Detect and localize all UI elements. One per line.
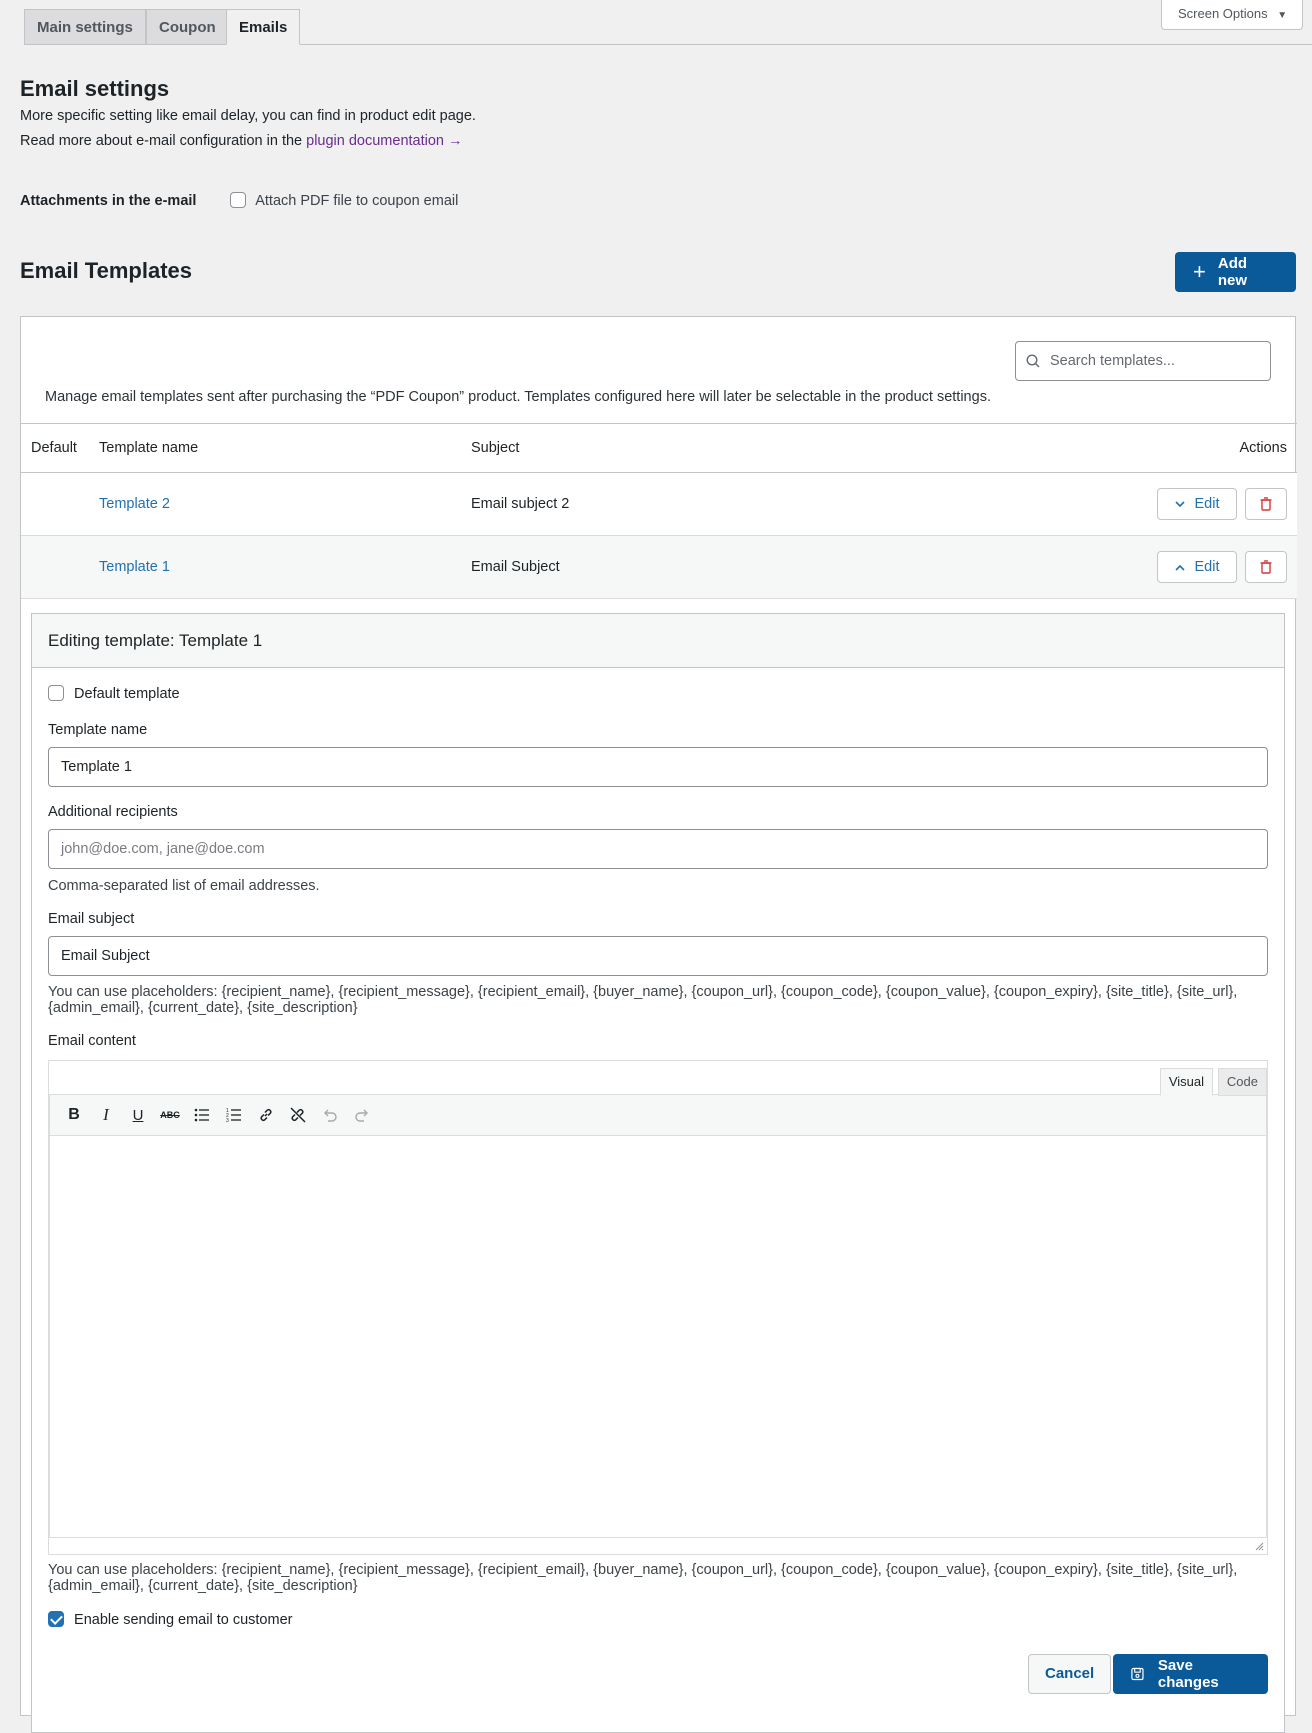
template-name-input[interactable]: Template 1 xyxy=(48,747,1268,787)
search-templates-input[interactable]: Search templates... xyxy=(1015,341,1271,381)
plus-icon: + xyxy=(1193,259,1206,284)
tab-emails[interactable]: Emails xyxy=(226,9,301,45)
trash-icon xyxy=(1260,497,1272,511)
recipients-input[interactable]: john@doe.com, jane@doe.com xyxy=(48,829,1268,869)
edit-button[interactable]: Edit xyxy=(1157,551,1237,583)
plugin-documentation-link[interactable]: plugin documentation → xyxy=(306,133,462,149)
screen-options-label: Screen Options xyxy=(1178,6,1268,21)
templates-description: Manage email templates sent after purcha… xyxy=(45,389,991,405)
delete-button[interactable] xyxy=(1245,551,1287,583)
cancel-button[interactable]: Cancel xyxy=(1028,1654,1112,1694)
save-changes-button[interactable]: Save changes xyxy=(1113,1654,1268,1694)
trash-icon xyxy=(1260,560,1272,574)
numbered-list-icon[interactable]: 123 xyxy=(218,1100,250,1130)
table-row: Template 2 Email subject 2 Edit xyxy=(21,472,1297,536)
column-subject: Subject xyxy=(471,423,812,473)
editor-heading: Editing template: Template 1 xyxy=(32,614,1284,668)
save-changes-label: Save changes xyxy=(1157,1657,1219,1691)
email-subject-label: Email subject xyxy=(48,911,135,927)
attach-pdf-label: Attach PDF file to coupon email xyxy=(255,193,459,209)
default-template-option: Default template xyxy=(48,684,180,702)
resize-handle-icon[interactable] xyxy=(1254,1541,1264,1551)
chevron-up-icon xyxy=(1174,564,1185,571)
recipients-label: Additional recipients xyxy=(48,804,178,820)
docs-prefix: Read more about e-mail configuration in … xyxy=(20,133,307,149)
link-icon[interactable] xyxy=(250,1100,282,1130)
undo-icon[interactable] xyxy=(314,1100,346,1130)
visual-tab[interactable]: Visual xyxy=(1159,1068,1213,1096)
email-settings-line2: Read more about e-mail configuration in … xyxy=(20,133,463,149)
code-tab[interactable]: Code xyxy=(1217,1068,1267,1096)
attach-pdf-option: Attach PDF file to coupon email xyxy=(230,191,459,209)
email-settings-title: Email settings xyxy=(20,76,170,101)
add-new-button[interactable]: + Add new xyxy=(1175,252,1296,292)
table-row: Template 1 Email Subject Edit xyxy=(21,535,1297,599)
template-subject: Email Subject xyxy=(471,535,812,599)
email-subject-input[interactable]: Email Subject xyxy=(48,936,1268,976)
editor-statusbar xyxy=(49,1538,1267,1553)
save-icon xyxy=(1131,1667,1144,1681)
templates-table: Default Template name Subject Actions Te… xyxy=(21,423,1297,599)
edit-label: Edit xyxy=(1194,559,1220,575)
edit-label: Edit xyxy=(1194,496,1220,512)
strikethrough-icon[interactable]: ABC xyxy=(154,1100,186,1130)
bullet-list-icon[interactable] xyxy=(186,1100,218,1130)
bold-icon[interactable]: B xyxy=(58,1100,90,1130)
email-templates-title: Email Templates xyxy=(20,258,192,283)
search-icon xyxy=(1026,354,1040,368)
recipients-help: Comma-separated list of email addresses. xyxy=(48,878,320,894)
redo-icon[interactable] xyxy=(346,1100,378,1130)
template-name-link[interactable]: Template 1 xyxy=(99,559,170,575)
enable-sending-label: Enable sending email to customer xyxy=(74,1612,293,1628)
attachments-label: Attachments in the e-mail xyxy=(20,193,197,209)
underline-icon[interactable]: U xyxy=(122,1100,154,1130)
tab-main-settings[interactable]: Main settings xyxy=(24,9,146,45)
email-settings-line1: More specific setting like email delay, … xyxy=(20,108,476,124)
default-template-label: Default template xyxy=(74,686,180,702)
unlink-icon[interactable] xyxy=(282,1100,314,1130)
screen-options-button[interactable]: Screen Options ▼ xyxy=(1161,0,1303,30)
settings-tabs: Main settings Coupon Emails xyxy=(24,9,1312,45)
template-name-label: Template name xyxy=(48,722,148,738)
tab-coupon[interactable]: Coupon xyxy=(146,9,229,45)
subject-placeholders-help: You can use placeholders: {recipient_nam… xyxy=(48,984,1238,1016)
content-placeholders-help: You can use placeholders: {recipient_nam… xyxy=(48,1562,1238,1594)
column-template-name: Template name xyxy=(99,423,471,473)
template-subject: Email subject 2 xyxy=(471,472,812,536)
rich-text-editor: Visual Code B I U ABC 123 xyxy=(48,1060,1268,1555)
enable-sending-checkbox[interactable] xyxy=(48,1610,64,1627)
email-content-label: Email content xyxy=(48,1033,136,1049)
template-editor: Editing template: Template 1 Default tem… xyxy=(31,613,1285,1733)
italic-icon[interactable]: I xyxy=(90,1100,122,1130)
column-actions: Actions xyxy=(811,423,1297,473)
delete-button[interactable] xyxy=(1245,488,1287,520)
svg-text:3: 3 xyxy=(226,1118,229,1122)
editor-mode-tabs: Visual Code xyxy=(49,1061,1267,1096)
attach-pdf-checkbox[interactable] xyxy=(230,191,246,208)
column-default: Default xyxy=(21,423,99,473)
search-placeholder: Search templates... xyxy=(1050,353,1175,369)
template-name-link[interactable]: Template 2 xyxy=(99,496,170,512)
chevron-down-icon xyxy=(1174,500,1185,507)
enable-sending-option: Enable sending email to customer xyxy=(48,1610,293,1628)
templates-panel: Search templates... Manage email templat… xyxy=(20,316,1297,1733)
default-template-checkbox[interactable] xyxy=(48,684,64,701)
edit-button[interactable]: Edit xyxy=(1157,488,1237,520)
editor-toolbar: B I U ABC 123 xyxy=(49,1095,1267,1136)
add-new-label: Add new xyxy=(1217,255,1248,289)
editor-content-area[interactable] xyxy=(49,1136,1267,1538)
caret-down-icon: ▼ xyxy=(1277,10,1288,21)
